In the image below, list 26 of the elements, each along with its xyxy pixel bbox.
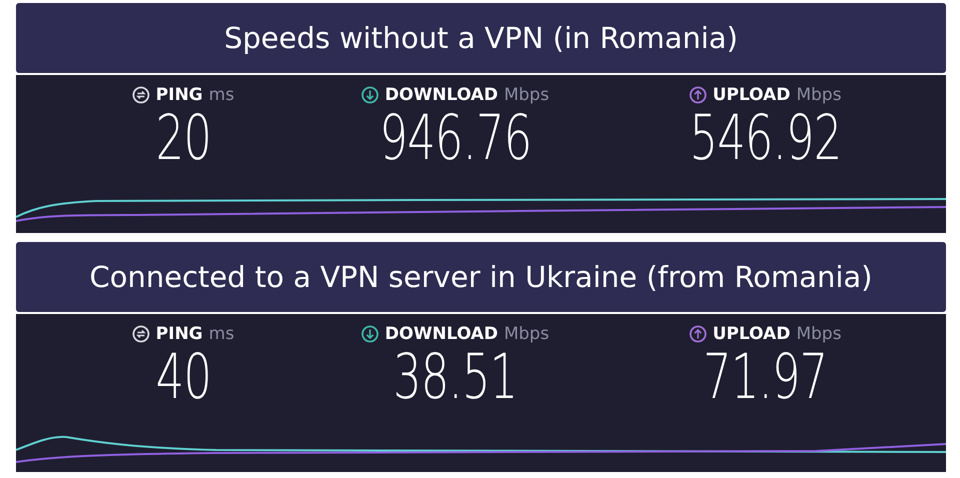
unit-label: Mbps [504, 85, 550, 105]
unit-label: Mbps [796, 85, 842, 105]
upload-icon [688, 86, 707, 104]
ping-icon [132, 86, 150, 104]
metric-label: UPLOAD [712, 324, 790, 344]
metric-value: 71.97 [702, 344, 828, 410]
metric-value: 20 [155, 105, 211, 171]
upload-icon [688, 325, 707, 343]
metric-value: 40 [155, 344, 211, 410]
download-icon [360, 325, 379, 343]
ping-icon [132, 325, 150, 343]
metric-label: DOWNLOAD [384, 324, 498, 344]
metric-value: 38.51 [392, 344, 518, 410]
metric-value: 546.92 [689, 105, 841, 171]
unit-label: Mbps [504, 324, 550, 344]
metric-label: DOWNLOAD [384, 85, 498, 105]
unit-label: ms [208, 324, 234, 344]
caption-text: Speeds without a VPN (in Romania) [224, 21, 738, 55]
metric-label: PING [156, 324, 203, 344]
caption-text: Connected to a VPN server in Ukraine (from Romania) [90, 260, 872, 294]
metric-label: PING [156, 85, 203, 105]
metric-label: UPLOAD [712, 85, 790, 105]
unit-label: ms [208, 85, 234, 105]
metric-value: 946.76 [379, 105, 531, 171]
unit-label: Mbps [796, 324, 842, 344]
download-icon [360, 86, 379, 104]
